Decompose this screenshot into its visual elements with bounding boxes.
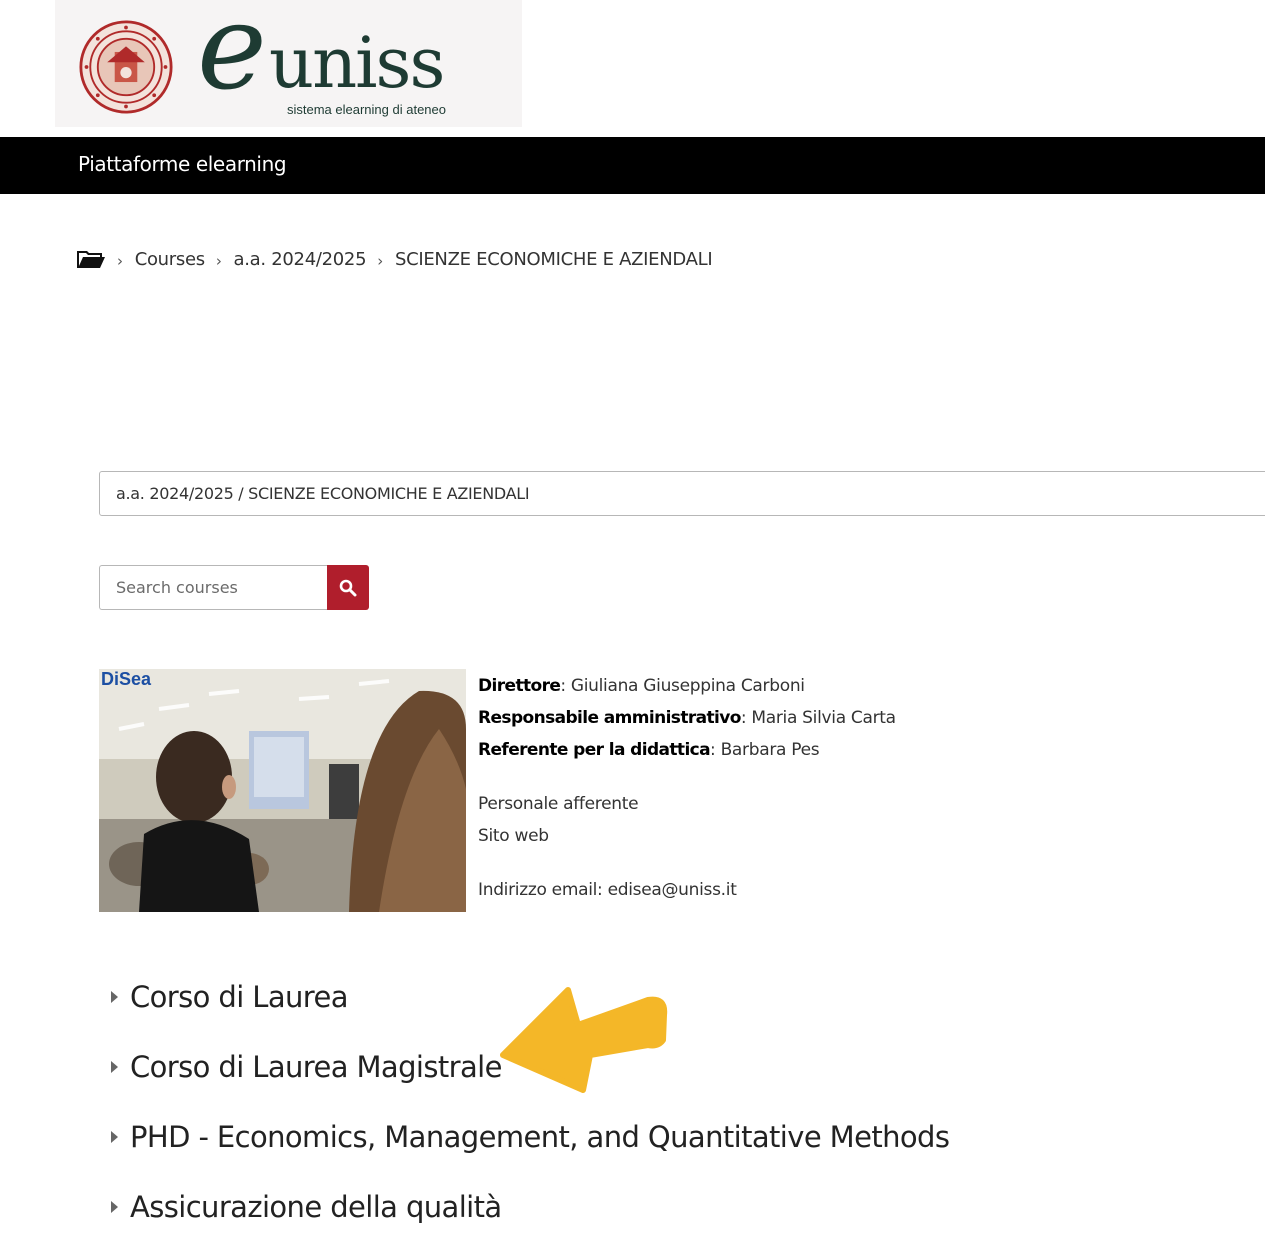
- category-label: PHD - Economics, Management, and Quantit…: [130, 1120, 950, 1154]
- disea-logo: DiSea: [101, 669, 152, 689]
- course-search: [99, 565, 369, 610]
- breadcrumb-year[interactable]: a.a. 2024/2025: [234, 249, 367, 270]
- site-logo[interactable]: e uniss sistema elearning di ateneo: [55, 0, 522, 127]
- search-input[interactable]: [99, 565, 327, 610]
- folder-open-icon[interactable]: [76, 248, 106, 270]
- admin-value: : Maria Silvia Carta: [740, 708, 896, 728]
- expand-triangle-icon: [111, 991, 118, 1003]
- teaching-label: Referente per la didattica: [478, 740, 711, 760]
- category-item[interactable]: Assicurazione della qualità: [111, 1172, 949, 1242]
- breadcrumb-separator: ›: [377, 252, 383, 270]
- breadcrumb-separator: ›: [215, 252, 222, 270]
- teaching-value: : Barbara Pes: [710, 740, 820, 760]
- search-icon: [339, 579, 357, 596]
- breadcrumb: › Courses › a.a. 2024/2025 › SCIENZE ECO…: [76, 248, 713, 270]
- breadcrumb-department[interactable]: SCIENZE ECONOMICHE E AZIENDALI: [395, 249, 713, 270]
- wordmark-text: uniss: [269, 22, 445, 104]
- pointer-arrow-icon: [500, 987, 668, 1093]
- admin-line: Responsabile amministrativo: Maria Silvi…: [478, 706, 896, 738]
- category-label: Corso di Laurea: [130, 980, 348, 1014]
- category-select[interactable]: a.a. 2024/2025 / SCIENZE ECONOMICHE E AZ…: [99, 471, 1265, 516]
- category-label: Assicurazione della qualità: [130, 1190, 502, 1224]
- wordmark-tagline: sistema elearning di ateneo: [287, 102, 446, 117]
- breadcrumb-separator: ›: [117, 252, 123, 270]
- expand-triangle-icon: [111, 1061, 118, 1073]
- navbar-title[interactable]: Piattaforme elearning: [78, 152, 287, 176]
- director-label: Direttore: [478, 676, 561, 696]
- website-link[interactable]: Sito web: [478, 824, 896, 856]
- department-info: Direttore: Giuliana Giuseppina Carboni R…: [478, 674, 896, 910]
- email-line: Indirizzo email: edisea@uniss.it: [478, 880, 737, 900]
- category-item[interactable]: PHD - Economics, Management, and Quantit…: [111, 1102, 950, 1172]
- wordmark-e: e: [197, 0, 267, 116]
- director-value: : Giuliana Giuseppina Carboni: [560, 676, 805, 696]
- euniss-wordmark: e uniss sistema elearning di ateneo: [197, 0, 522, 120]
- category-label: Corso di Laurea Magistrale: [130, 1050, 502, 1084]
- expand-triangle-icon: [111, 1201, 118, 1213]
- search-button[interactable]: [327, 565, 369, 610]
- top-navbar: Piattaforme elearning: [0, 137, 1265, 194]
- director-line: Direttore: Giuliana Giuseppina Carboni: [478, 674, 896, 706]
- expand-triangle-icon: [111, 1131, 118, 1143]
- admin-label: Responsabile amministrativo: [478, 708, 741, 728]
- teaching-line: Referente per la didattica: Barbara Pes: [478, 738, 896, 770]
- breadcrumb-courses[interactable]: Courses: [135, 249, 205, 270]
- staff-link[interactable]: Personale afferente: [478, 792, 896, 824]
- university-seal-icon: [79, 20, 173, 114]
- department-image: DiSea: [99, 669, 466, 912]
